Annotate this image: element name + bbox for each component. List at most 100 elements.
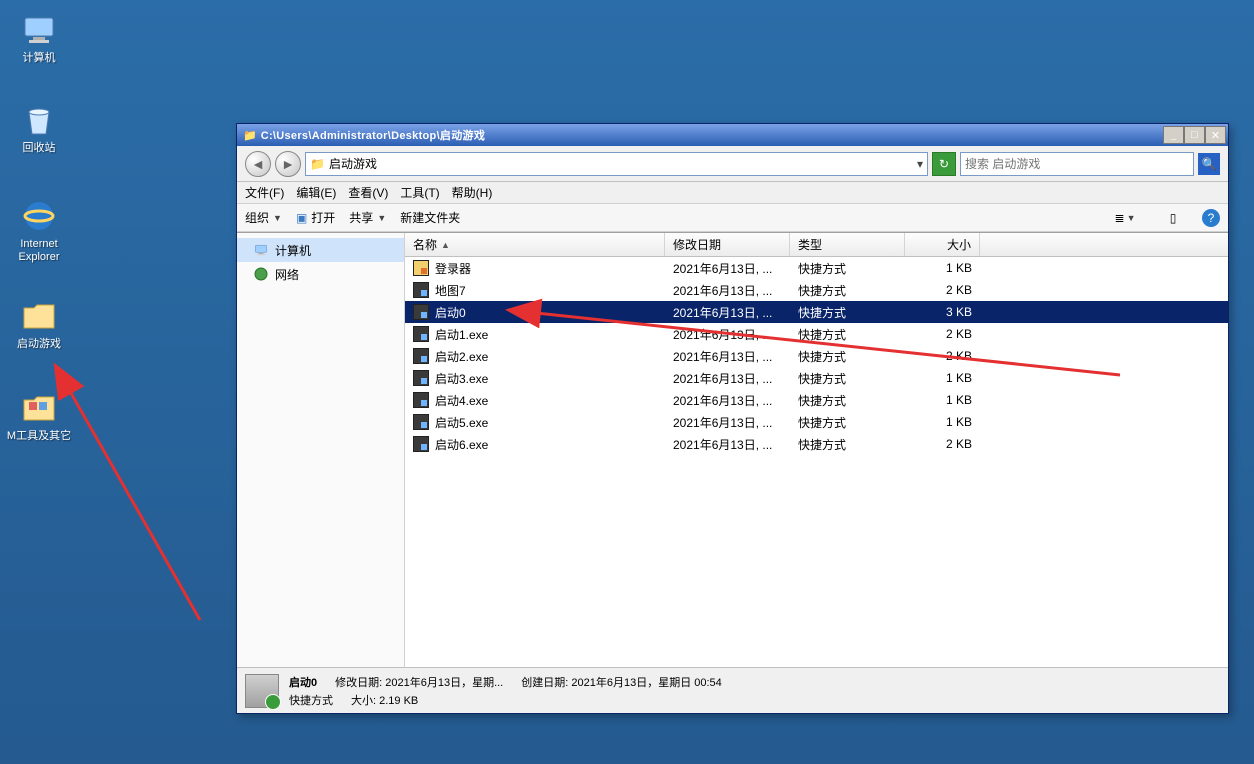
file-icon [413,304,429,320]
menu-file[interactable]: 文件(F) [245,184,284,201]
open-button[interactable]: ▣打开 [296,209,335,226]
view-mode-button[interactable]: ≣ ▼ [1106,208,1144,228]
file-type: 快捷方式 [790,282,905,299]
file-row[interactable]: 启动3.exe2021年6月13日, ...快捷方式1 KB [405,367,1228,389]
forward-button[interactable]: ► [275,151,301,177]
file-date: 2021年6月13日, ... [665,370,790,387]
organize-button[interactable]: 组织▼ [245,209,282,226]
address-text: 启动游戏 [329,155,377,172]
header-type[interactable]: 类型 [790,233,905,256]
file-icon [413,392,429,408]
file-row[interactable]: 启动2.exe 2021年6月13日, ...快捷方式2 KB [405,345,1228,367]
address-bar[interactable]: 📁 启动游戏 ▾ [305,152,928,176]
file-size: 2 KB [905,327,980,341]
header-name[interactable]: 名称▲ [405,233,665,256]
minimize-button[interactable]: _ [1163,126,1184,144]
file-date: 2021年6月13日, ... [665,348,790,365]
window-title: C:\Users\Administrator\Desktop\启动游戏 [261,127,1163,143]
desktop-icon-3[interactable]: 启动游戏 [2,296,76,351]
network-icon [253,266,269,282]
desktop-icon-2[interactable]: InternetExplorer [2,196,76,264]
file-row[interactable]: 启动4.exe2021年6月13日, ...快捷方式1 KB [405,389,1228,411]
status-modified: 2021年6月13日，星期... [385,677,503,689]
file-type: 快捷方式 [790,260,905,277]
menubar: 文件(F) 编辑(E) 查看(V) 工具(T) 帮助(H) [237,182,1228,204]
file-date: 2021年6月13日, ... [665,304,790,321]
file-type: 快捷方式 [790,436,905,453]
folder-icon: 📁 [243,129,257,142]
maximize-button[interactable]: □ [1184,126,1205,144]
file-row[interactable]: 启动6.exe2021年6月13日, ...快捷方式2 KB [405,433,1228,455]
desktop-icon-4[interactable]: M工具及其它 [2,388,76,443]
new-folder-button[interactable]: 新建文件夹 [400,209,460,226]
file-date: 2021年6月13日, ... [665,282,790,299]
preview-pane-button[interactable]: ▯ [1154,208,1192,228]
titlebar[interactable]: 📁 C:\Users\Administrator\Desktop\启动游戏 _ … [237,124,1228,146]
file-type: 快捷方式 [790,348,905,365]
refresh-button[interactable]: ↻ [932,152,956,176]
file-type: 快捷方式 [790,370,905,387]
folder-icon: 📁 [310,157,325,171]
desktop-icon-1[interactable]: 回收站 [2,100,76,155]
sidebar-item-1[interactable]: 网络 [237,262,404,286]
file-type: 快捷方式 [790,414,905,431]
file-date: 2021年6月13日, ... [665,260,790,277]
file-size: 2 KB [905,349,980,363]
file-name: 启动2.exe [435,348,488,365]
file-size: 1 KB [905,261,980,275]
sidebar-item-label: 计算机 [275,242,311,259]
explorer-window: 📁 C:\Users\Administrator\Desktop\启动游戏 _ … [236,123,1229,714]
sidebar-item-0[interactable]: 计算机 [237,238,404,262]
folder-multi-icon [19,388,59,428]
address-dropdown-icon[interactable]: ▾ [917,157,923,171]
search-go-button[interactable]: 🔍 [1198,153,1220,175]
file-size: 3 KB [905,305,980,319]
share-button[interactable]: 共享▼ [349,209,386,226]
desktop-icon-label: 回收站 [23,142,56,155]
file-type: 快捷方式 [790,326,905,343]
file-name: 地图7 [435,282,466,299]
menu-edit[interactable]: 编辑(E) [296,184,336,201]
file-icon [413,326,429,342]
desktop-icon-label: 计算机 [23,52,56,65]
file-row[interactable]: 启动1.exe2021年6月13日, ...快捷方式2 KB [405,323,1228,345]
desktop-icon-0[interactable]: 计算机 [2,10,76,65]
file-name: 启动5.exe [435,414,488,431]
file-row[interactable]: 登录器2021年6月13日, ...快捷方式1 KB [405,257,1228,279]
file-icon [413,436,429,452]
menu-view[interactable]: 查看(V) [348,184,388,201]
toolbar: 组织▼ ▣打开 共享▼ 新建文件夹 ≣ ▼ ▯ ? [237,204,1228,232]
help-button[interactable]: ? [1202,209,1220,227]
desktop-icon-label: InternetExplorer [19,238,60,264]
file-name: 启动4.exe [435,392,488,409]
file-row[interactable]: 地图72021年6月13日, ...快捷方式2 KB [405,279,1228,301]
header-date[interactable]: 修改日期 [665,233,790,256]
file-list: 名称▲ 修改日期 类型 大小 登录器2021年6月13日, ...快捷方式1 K… [405,233,1228,667]
desktop-icon-label: M工具及其它 [7,430,71,443]
file-date: 2021年6月13日, ... [665,414,790,431]
search-input[interactable] [965,157,1189,171]
close-button[interactable]: ✕ [1205,126,1226,144]
back-button[interactable]: ◄ [245,151,271,177]
menu-help[interactable]: 帮助(H) [452,184,493,201]
file-row[interactable]: 启动02021年6月13日, ...快捷方式3 KB [405,301,1228,323]
status-bar: 启动0 修改日期: 2021年6月13日，星期... 创建日期: 2021年6月… [237,667,1228,713]
file-type: 快捷方式 [790,392,905,409]
ie-icon [19,196,59,236]
status-name: 启动0 [289,677,317,689]
sidebar-item-label: 网络 [275,266,299,283]
file-name: 启动6.exe [435,436,488,453]
file-row[interactable]: 启动5.exe2021年6月13日, ...快捷方式1 KB [405,411,1228,433]
sidebar: 计算机网络 [237,233,405,667]
file-name: 启动1.exe [435,326,488,343]
menu-tools[interactable]: 工具(T) [400,184,439,201]
search-box[interactable] [960,152,1194,176]
file-icon [413,260,429,276]
header-size[interactable]: 大小 [905,233,980,256]
file-icon [413,282,429,298]
sort-asc-icon: ▲ [441,240,450,250]
desktop-icon-label: 启动游戏 [17,338,61,351]
folder-icon [19,296,59,336]
file-icon [413,348,429,364]
file-name: 启动0 [435,304,466,321]
